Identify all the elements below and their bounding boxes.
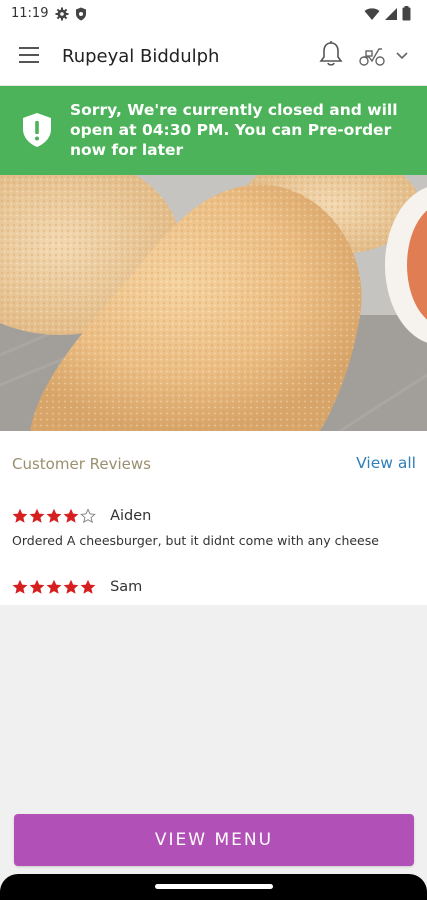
wifi-icon bbox=[364, 7, 380, 20]
reviewer-name: Aiden bbox=[110, 507, 152, 524]
menu-icon bbox=[19, 47, 39, 63]
menu-button[interactable] bbox=[18, 46, 42, 68]
shield-status-icon bbox=[76, 7, 86, 21]
system-navigation-bar bbox=[0, 874, 427, 900]
view-all-reviews-link[interactable]: View all bbox=[356, 454, 416, 472]
home-gesture-handle[interactable] bbox=[155, 884, 273, 889]
signal-icon bbox=[385, 7, 397, 20]
restaurant-hero-image bbox=[0, 175, 427, 431]
scooter-icon bbox=[359, 48, 385, 66]
star-filled-icon bbox=[63, 508, 79, 523]
content-empty-area bbox=[0, 605, 427, 805]
notifications-button[interactable] bbox=[318, 40, 346, 70]
star-filled-icon bbox=[80, 579, 96, 594]
app-bar: Rupeyal Biddulph bbox=[0, 30, 427, 86]
star-empty-icon bbox=[80, 507, 96, 523]
bell-icon bbox=[319, 41, 343, 66]
review-text: Ordered A cheesburger, but it didnt come… bbox=[12, 533, 379, 548]
review-item: Aiden Ordered A cheesburger, but it didn… bbox=[12, 505, 379, 549]
star-rating bbox=[12, 507, 96, 524]
star-filled-icon bbox=[46, 579, 62, 594]
status-bar: 11:19 bbox=[0, 0, 427, 30]
star-filled-icon bbox=[63, 579, 79, 594]
star-filled-icon bbox=[12, 579, 28, 594]
store-closed-banner: Sorry, We're currently closed and will o… bbox=[0, 86, 427, 175]
star-rating bbox=[12, 579, 96, 595]
review-item: Sam bbox=[12, 576, 142, 595]
customer-reviews-section: Customer Reviews View all Aiden Ordered … bbox=[0, 431, 427, 605]
reviewer-name: Sam bbox=[110, 578, 143, 595]
star-filled-icon bbox=[29, 508, 45, 523]
star-filled-icon bbox=[29, 579, 45, 594]
page-title: Rupeyal Biddulph bbox=[62, 46, 220, 67]
settings-gear-icon bbox=[55, 7, 69, 21]
delivery-mode-selector[interactable] bbox=[358, 44, 414, 68]
shield-alert-icon bbox=[23, 113, 51, 147]
battery-icon bbox=[402, 6, 411, 21]
view-menu-button[interactable]: VIEW MENU bbox=[14, 814, 414, 866]
status-time: 11:19 bbox=[11, 6, 49, 21]
reviews-heading: Customer Reviews bbox=[12, 455, 151, 473]
star-filled-icon bbox=[12, 508, 28, 523]
chevron-down-icon bbox=[396, 52, 408, 60]
banner-message: Sorry, We're currently closed and will o… bbox=[70, 101, 398, 159]
star-filled-icon bbox=[46, 508, 62, 523]
